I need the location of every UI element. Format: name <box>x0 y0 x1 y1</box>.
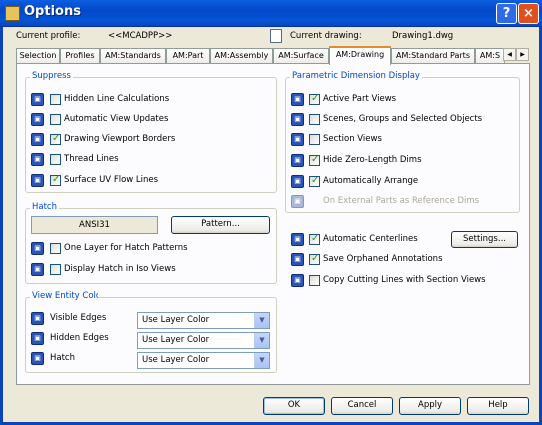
ok-button[interactable]: OK <box>263 397 325 415</box>
tab-am-standard-parts[interactable]: AM:Standard Parts <box>391 48 475 64</box>
hide-zero-length-checkbox[interactable] <box>309 154 320 166</box>
window-frame-left <box>0 27 3 425</box>
settings-cube-icon: ▣ <box>291 175 304 188</box>
chevron-down-icon[interactable]: ▼ <box>254 353 269 368</box>
settings-cube-icon: ▣ <box>31 174 44 187</box>
visible-edges-select[interactable]: Use Layer Color ▼ <box>137 312 270 329</box>
auto-centerlines-label: Automatic Centerlines <box>323 234 418 244</box>
save-orphaned-label: Save Orphaned Annotations <box>323 254 443 264</box>
settings-cube-icon: ▣ <box>291 233 304 246</box>
settings-cube-icon: ▣ <box>31 113 44 126</box>
settings-cube-icon: ▣ <box>31 352 44 365</box>
auto-view-updates-label: Automatic View Updates <box>64 114 169 124</box>
settings-cube-icon: ▣ <box>31 312 44 325</box>
hidden-line-calc-checkbox[interactable] <box>50 94 61 105</box>
help-button[interactable]: Help <box>467 397 529 415</box>
settings-cube-icon: ▣ <box>291 93 304 106</box>
settings-button[interactable]: Settings... <box>451 231 518 248</box>
help-title-button[interactable]: ? <box>496 3 517 24</box>
hidden-edges-label: Hidden Edges <box>50 333 109 343</box>
auto-view-updates-checkbox[interactable] <box>50 114 61 125</box>
uv-flow-lines-label: Surface UV Flow Lines <box>64 175 159 185</box>
pattern-button[interactable]: Pattern... <box>171 216 270 234</box>
auto-arrange-label: Automatically Arrange <box>323 176 419 186</box>
chevron-down-icon[interactable]: ▼ <box>254 313 269 328</box>
settings-cube-icon: ▣ <box>31 263 44 276</box>
settings-cube-icon: ▣ <box>291 274 304 287</box>
current-profile-label: Current profile: <box>16 31 81 41</box>
cancel-button[interactable]: Cancel <box>331 397 393 415</box>
window-title: Options <box>24 4 81 19</box>
settings-cube-icon: ▣ <box>291 195 304 208</box>
suppress-group-title: Suppress <box>30 71 73 81</box>
hatch-color-select[interactable]: Use Layer Color ▼ <box>137 352 270 369</box>
tab-profiles[interactable]: Profiles <box>60 48 100 64</box>
hidden-edges-value: Use Layer Color <box>142 335 210 345</box>
tab-scroll-left-icon[interactable]: ◀ <box>503 48 516 61</box>
chevron-down-icon[interactable]: ▼ <box>254 333 269 348</box>
tab-am-part[interactable]: AM:Part <box>166 48 210 64</box>
settings-cube-icon: ▣ <box>291 154 304 167</box>
section-views-label: Section Views <box>323 134 382 144</box>
copy-cutting-lines-label: Copy Cutting Lines with Section Views <box>323 275 486 285</box>
settings-cube-icon: ▣ <box>291 113 304 126</box>
thread-lines-label: Thread Lines <box>64 154 119 164</box>
auto-arrange-checkbox[interactable] <box>309 175 320 187</box>
hatch-iso-views-label: Display Hatch in Iso Views <box>64 264 176 274</box>
settings-cube-icon: ▣ <box>31 242 44 255</box>
settings-cube-icon: ▣ <box>31 133 44 146</box>
parametric-dimension-group <box>285 77 520 213</box>
parametric-dimension-title: Parametric Dimension Display <box>290 71 422 81</box>
visible-edges-value: Use Layer Color <box>142 315 210 325</box>
tab-am-drawing[interactable]: AM:Drawing <box>329 46 391 65</box>
settings-cube-icon: ▣ <box>291 133 304 146</box>
hide-zero-length-label: Hide Zero-Length Dims <box>323 155 422 165</box>
tab-am-standards[interactable]: AM:Standards <box>100 48 166 64</box>
settings-cube-icon: ▣ <box>31 153 44 166</box>
hidden-line-calc-label: Hidden Line Calculations <box>64 94 170 104</box>
active-part-views-checkbox[interactable] <box>309 93 320 105</box>
hatch-pattern-value: ANSI31 <box>31 216 158 234</box>
close-button[interactable]: × <box>518 3 539 24</box>
tab-scroll-right-icon[interactable]: ▶ <box>516 48 529 61</box>
tab-am-assembly[interactable]: AM:Assembly <box>210 48 273 64</box>
uv-flow-lines-checkbox[interactable] <box>50 174 61 186</box>
tab-am-s[interactable]: AM:S <box>475 48 505 64</box>
current-drawing-label: Current drawing: <box>290 31 362 41</box>
one-layer-hatch-label: One Layer for Hatch Patterns <box>64 243 188 253</box>
active-part-views-label: Active Part Views <box>323 94 397 104</box>
hatch-iso-views-checkbox[interactable] <box>50 264 61 275</box>
external-parts-label: On External Parts as Reference Dims <box>323 196 480 206</box>
section-views-checkbox[interactable] <box>309 134 320 145</box>
copy-cutting-lines-checkbox[interactable] <box>309 275 320 286</box>
scenes-groups-checkbox[interactable] <box>309 114 320 125</box>
viewport-borders-label: Drawing Viewport Borders <box>64 134 176 144</box>
view-entity-color-title: View Entity Color <box>30 291 98 301</box>
settings-cube-icon: ▣ <box>31 93 44 106</box>
hatch-group-title: Hatch <box>30 202 59 212</box>
visible-edges-label: Visible Edges <box>50 313 107 323</box>
settings-cube-icon: ▣ <box>291 253 304 266</box>
drawing-file-icon <box>270 29 282 43</box>
settings-cube-icon: ▣ <box>31 332 44 345</box>
thread-lines-checkbox[interactable] <box>50 154 61 165</box>
apply-button[interactable]: Apply <box>399 397 461 415</box>
hatch-color-label: Hatch <box>50 353 75 363</box>
hatch-color-value: Use Layer Color <box>142 355 210 365</box>
hidden-edges-select[interactable]: Use Layer Color ▼ <box>137 332 270 349</box>
current-profile-value: <<MCADPP>> <box>108 31 173 41</box>
current-drawing-value: Drawing1.dwg <box>392 31 454 41</box>
save-orphaned-checkbox[interactable] <box>309 253 320 265</box>
one-layer-hatch-checkbox[interactable] <box>50 243 61 254</box>
tab-selection[interactable]: Selection <box>16 48 60 64</box>
title-bar <box>0 0 542 27</box>
tab-am-surface[interactable]: AM:Surface <box>273 48 329 64</box>
scenes-groups-label: Scenes, Groups and Selected Objects <box>323 114 483 124</box>
options-app-icon <box>5 6 20 21</box>
auto-centerlines-checkbox[interactable] <box>309 233 320 245</box>
viewport-borders-checkbox[interactable] <box>50 133 61 145</box>
